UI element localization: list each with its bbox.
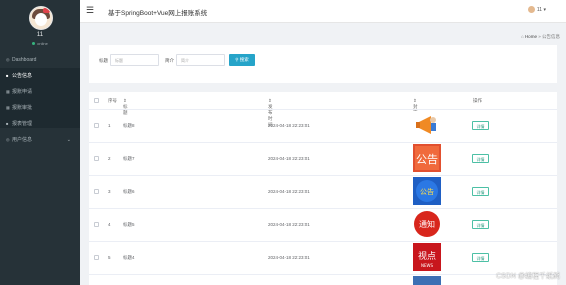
row-time: 2024-04-18 22:23:01	[268, 156, 310, 161]
search-icon: ⚲	[235, 57, 239, 62]
title-search-input[interactable]: 标题	[110, 54, 159, 66]
table-row-partial	[89, 274, 557, 285]
row-index: 2	[108, 156, 111, 161]
caret-down-icon: ▾	[543, 6, 546, 13]
topbar: ☰ 基于SpringBoot+Vue网上报账系统 11 ▾	[80, 0, 566, 23]
sidebar-user-name: 11	[36, 32, 44, 38]
header-action: 操作	[473, 98, 482, 103]
search-button[interactable]: ⚲ 搜索	[229, 54, 255, 66]
table-row: 3 标题6 2024-04-18 22:23:01 公告 详情	[89, 175, 557, 209]
header-title[interactable]: 标题 ⇕	[123, 98, 128, 115]
hamburger-menu-icon[interactable]: ☰	[86, 5, 94, 16]
row-time: 2024-04-18 22:23:01	[268, 222, 310, 227]
sidebar-item-approve[interactable]: ▦ 报账审批	[0, 100, 80, 116]
row-checkbox[interactable]	[94, 123, 99, 128]
row-time: 2024-04-18 22:23:01	[268, 255, 310, 260]
partial-cover-image	[413, 276, 441, 285]
avatar[interactable]	[29, 6, 53, 30]
grid-icon: ▦	[6, 89, 10, 94]
row-index: 4	[108, 222, 111, 227]
notice-icon: ■	[6, 73, 9, 78]
detail-button[interactable]: 详情	[472, 121, 489, 130]
table-row: 4 标题5 2024-04-18 22:23:01 通知 详情	[89, 208, 557, 242]
svg-text:通知: 通知	[419, 219, 435, 229]
megaphone-image	[413, 111, 441, 139]
mini-avatar	[527, 6, 535, 13]
report-icon: ■	[6, 121, 9, 126]
sidebar-item-dashboard[interactable]: ◎ Dashboard	[0, 52, 80, 68]
notice-blue-image: 公告	[413, 177, 441, 205]
page-title: 基于SpringBoot+Vue网上报账系统	[108, 10, 208, 17]
row-index: 5	[108, 255, 111, 260]
header-cover[interactable]: 封面 ⇕	[413, 98, 418, 115]
row-checkbox[interactable]	[94, 222, 99, 227]
sidebar-item-user[interactable]: ◎ 用户信息 ⌄	[0, 132, 80, 148]
breadcrumb-current: 公告信息	[542, 34, 560, 39]
chevron-down-icon: ⌄	[66, 137, 71, 143]
dashboard-icon: ◎	[6, 57, 10, 62]
table-row: 2 标题7 2024-04-18 22:23:01 公告 详情	[89, 142, 557, 176]
sidebar-item-notice[interactable]: ■ 公告信息	[0, 68, 80, 84]
row-title: 标题5	[123, 222, 135, 227]
header-time[interactable]: 发布时间 ⇕	[268, 98, 273, 127]
sidebar-item-report[interactable]: ■ 报表管理	[0, 116, 80, 132]
notice-red-image: 公告	[413, 144, 441, 172]
notify-red-image: 通知	[413, 210, 441, 238]
title-label: 标题	[99, 58, 108, 63]
search-panel: 标题 标题 简介 简介 ⚲ 搜索	[89, 45, 557, 83]
svg-text:视点: 视点	[418, 250, 436, 262]
svg-text:公告: 公告	[416, 153, 438, 166]
row-title: 标题6	[123, 189, 135, 194]
user-icon: ◎	[6, 137, 10, 142]
svg-text:NEWS: NEWS	[421, 263, 433, 268]
watermark-text: CSDN @编程千纸鹤	[496, 273, 560, 280]
sidebar: 11 online ◎ Dashboard ■ 公告信息 ▦ 报账申请 ▦ 报账审批 ■…	[0, 0, 80, 285]
breadcrumb: ⌂ Home » 公告信息	[520, 34, 560, 39]
row-index: 3	[108, 189, 111, 194]
row-title: 标题8	[123, 123, 135, 128]
row-checkbox[interactable]	[94, 255, 99, 260]
detail-button[interactable]: 详情	[472, 154, 489, 163]
select-all-checkbox[interactable]	[94, 98, 99, 103]
header-index: 序号	[108, 98, 117, 103]
row-index: 1	[108, 123, 111, 128]
table-header: 序号 标题 ⇕ 发布时间 ⇕ 封面 ⇕ 操作	[89, 92, 557, 127]
user-dropdown[interactable]: 11 ▾	[527, 6, 546, 13]
online-status: online	[0, 41, 80, 46]
row-title: 标题4	[123, 255, 135, 260]
intro-label: 简介	[165, 58, 174, 63]
row-checkbox[interactable]	[94, 189, 99, 194]
news-red-image: 视点 NEWS	[413, 243, 441, 271]
detail-button[interactable]: 详情	[472, 187, 489, 196]
home-icon: ⌂	[520, 34, 524, 39]
row-checkbox[interactable]	[94, 156, 99, 161]
breadcrumb-home[interactable]: Home	[525, 34, 537, 39]
detail-button[interactable]: 详情	[472, 220, 489, 229]
row-time: 2024-04-18 22:23:01	[268, 189, 310, 194]
svg-text:公告: 公告	[420, 187, 434, 196]
status-dot-icon	[32, 42, 36, 46]
detail-button[interactable]: 详情	[472, 253, 489, 262]
sidebar-item-apply[interactable]: ▦ 报账申请	[0, 84, 80, 100]
row-title: 标题7	[123, 156, 135, 161]
grid-icon: ▦	[6, 105, 10, 110]
table-row: 1 标题8 2024-04-18 22:23:01 详情	[89, 109, 557, 143]
intro-search-input[interactable]: 简介	[176, 54, 225, 66]
notice-table: 序号 标题 ⇕ 发布时间 ⇕ 封面 ⇕ 操作 1 标题8 2024-04-18 …	[89, 92, 557, 285]
table-row: 5 标题4 2024-04-18 22:23:01 视点 NEWS 详情	[89, 241, 557, 275]
row-time: 2024-04-18 22:23:01	[268, 123, 310, 128]
